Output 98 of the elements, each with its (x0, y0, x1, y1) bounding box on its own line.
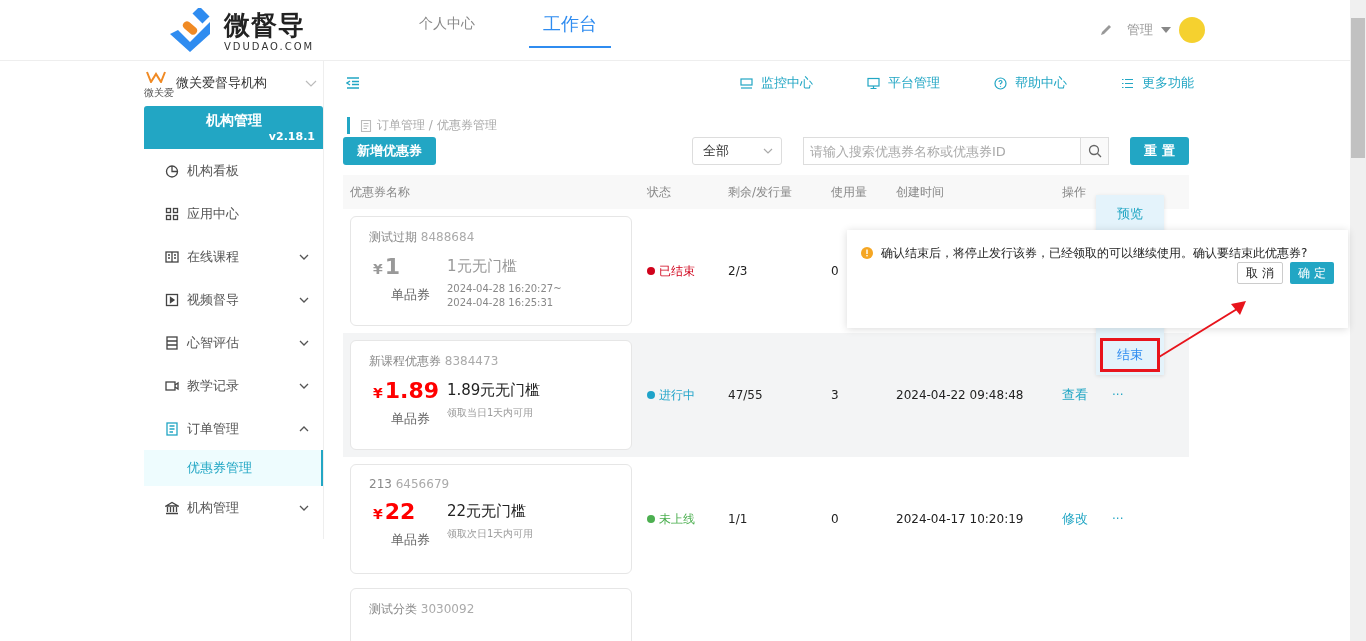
table-cell: 2/3 (728, 264, 748, 278)
chevron-up-icon[interactable] (299, 425, 309, 432)
more-button[interactable]: ··· (1112, 388, 1124, 402)
coupon-amount: ¥1 (373, 254, 401, 281)
sidebar-item[interactable]: 机构看板 (187, 161, 309, 180)
book-icon (165, 249, 179, 264)
reset-button[interactable]: 重 置 (1130, 137, 1189, 165)
column-header: 使用量 (831, 183, 868, 201)
coupon-validity: 2024-04-28 16:20:27~ (447, 282, 562, 296)
sidebar-title: 机构管理 (204, 112, 263, 130)
coupon-name: 新课程优惠券 8384473 (369, 354, 499, 368)
nav-tab[interactable]: 个人中心 (405, 1, 489, 48)
version-label: v2.18.1 (268, 130, 315, 143)
filter-select[interactable]: 全部 (692, 137, 782, 165)
toolbar-link[interactable]: 更多功能 (1142, 74, 1194, 92)
video-icon (165, 292, 179, 307)
toolbar-link[interactable]: 平台管理 (888, 74, 940, 92)
sidebar-subitem[interactable]: 优惠券管理 (144, 450, 323, 486)
list-icon[interactable] (1121, 76, 1134, 90)
grid-icon (165, 206, 179, 221)
order-icon (165, 421, 179, 436)
avatar-icon[interactable] (1179, 17, 1205, 43)
sidebar-item[interactable]: 教学记录 (187, 376, 291, 395)
chevron-down-icon[interactable] (299, 339, 309, 346)
coupon-type: 单品券 (390, 286, 430, 304)
table-cell: 2024-04-22 09:48:48 (896, 388, 1024, 402)
coupon-type: 单品券 (390, 531, 430, 549)
sidebar-item[interactable]: 心智评估 (187, 333, 291, 352)
table-cell: 2024-04-17 10:20:19 (896, 512, 1024, 526)
coupon-title: 1.89元无门槛 (447, 380, 541, 401)
status-text: 未上线 (659, 510, 695, 528)
cancel-button[interactable]: 取 消 (1237, 262, 1284, 284)
chevron-down-icon[interactable] (299, 382, 309, 389)
desktop-icon[interactable] (867, 76, 880, 90)
chevron-down-icon[interactable] (299, 253, 309, 260)
coupon-name: 测试过期 8488684 (369, 230, 475, 244)
caret-icon[interactable] (1161, 27, 1171, 33)
search-icon (1087, 144, 1102, 158)
search-field[interactable]: 请输入搜索优惠券名称或优惠券ID (803, 137, 1080, 165)
table-cell: 3 (831, 388, 839, 402)
coupon-title: 1元无门槛 (447, 256, 518, 277)
pencil-icon[interactable] (1099, 23, 1113, 37)
column-header: 优惠券名称 (349, 183, 411, 201)
confirm-message: 确认结束后，将停止发行该券，已经领取的可以继续使用。确认要结束此优惠券? (881, 245, 1308, 262)
coupon-amount: ¥22 (373, 499, 416, 526)
chevron-down-icon[interactable] (299, 504, 309, 511)
menu-item[interactable]: 预览 (1105, 199, 1155, 229)
coupon-amount: ¥1.89 (373, 378, 440, 405)
sidebar-item[interactable]: 机构管理 (187, 498, 291, 517)
logo-text: 微督导 (224, 8, 306, 41)
table-cell: 47/55 (728, 388, 763, 402)
column-header: 状态 (647, 183, 672, 201)
coupon-name: 测试分类 3030092 (369, 602, 475, 616)
table-cell: 1/1 (728, 512, 748, 526)
chart-icon (165, 163, 179, 178)
order-icon (360, 119, 372, 132)
scrollbar[interactable] (1350, 0, 1366, 641)
status-text: 已结束 (659, 262, 695, 280)
coupon-validity: 领取次日1天内可用 (447, 527, 534, 541)
toolbar-link[interactable]: 帮助中心 (1015, 74, 1067, 92)
camera-icon (165, 378, 179, 393)
chevron-down-icon[interactable] (299, 296, 309, 303)
toolbar-link[interactable]: 监控中心 (761, 74, 813, 92)
table-cell: 0 (831, 512, 839, 526)
collapse-menu-icon[interactable] (346, 77, 360, 89)
status-text: 进行中 (659, 386, 695, 404)
nav-tab[interactable]: 工作台 (529, 1, 611, 48)
logo-subtext: VDUDAO.COM (224, 40, 315, 52)
sidebar-item[interactable]: 订单管理 (187, 419, 291, 438)
search-button[interactable] (1080, 137, 1109, 165)
sidebar-item[interactable]: 应用中心 (187, 204, 309, 223)
table-cell: 0 (831, 264, 839, 278)
coupon-type: 单品券 (390, 410, 430, 428)
coupon-name: 213 6456679 (369, 477, 450, 491)
column-header: 剩余/发行量 (728, 183, 794, 201)
coupon-title: 22元无门槛 (447, 501, 528, 522)
column-header: 创建时间 (896, 183, 945, 201)
row-action-link[interactable]: 查看 (1062, 386, 1088, 404)
org-name[interactable]: 微关爱督导机构 (176, 74, 305, 92)
menu-item[interactable]: 结束 (1103, 341, 1157, 369)
add-coupon-button[interactable]: 新增优惠券 (343, 137, 436, 165)
org-logo-icon (146, 71, 166, 83)
confirm-button[interactable]: 确 定 (1290, 262, 1334, 284)
coupon-validity: 2024-04-28 16:25:31 (447, 296, 555, 310)
breadcrumb: 订单管理 / 优惠券管理 (377, 117, 497, 134)
sidebar-item[interactable]: 在线课程 (187, 247, 291, 266)
column-header: 操作 (1062, 183, 1087, 201)
sidebar-item[interactable]: 视频督导 (187, 290, 291, 309)
warning-icon (861, 247, 873, 259)
more-button[interactable]: ··· (1112, 512, 1124, 526)
help-icon[interactable] (994, 76, 1007, 90)
user-menu[interactable]: 管理 (1127, 21, 1153, 39)
list-icon (165, 335, 179, 350)
coupon-validity: 领取当日1天内可用 (447, 406, 535, 420)
row-action-link[interactable]: 修改 (1062, 510, 1088, 528)
org-logo-caption: 微关爱 (144, 86, 174, 100)
bank-icon (165, 500, 179, 515)
monitor-icon[interactable] (740, 76, 753, 90)
